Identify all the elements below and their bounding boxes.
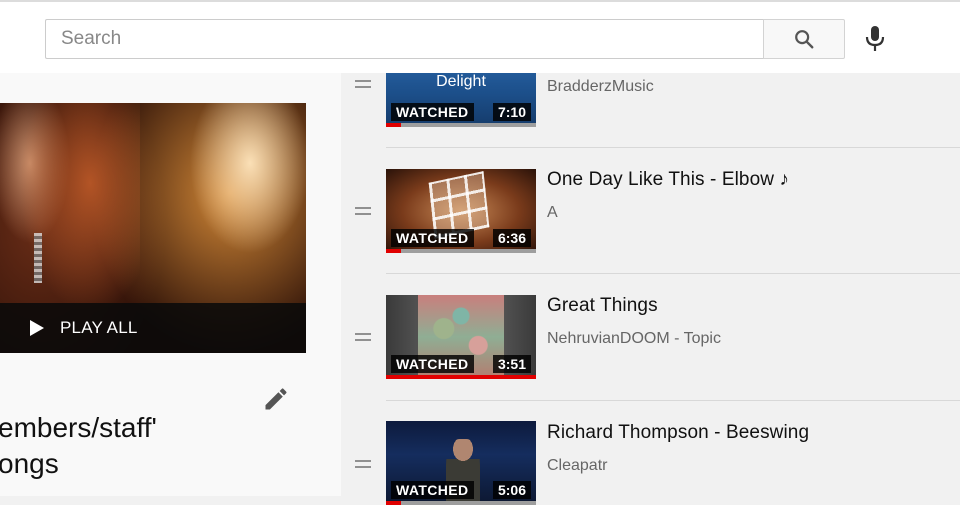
search-box[interactable]: [45, 19, 763, 59]
video-thumbnail[interactable]: WATCHED 5:06: [386, 421, 536, 505]
watched-badge: WATCHED: [391, 229, 474, 247]
channel-name[interactable]: BradderzMusic: [547, 78, 654, 96]
play-icon: [30, 320, 44, 336]
masthead: [0, 0, 960, 73]
playlist-thumbnail[interactable]: PLAY ALL: [0, 103, 306, 353]
duration-badge: 7:10: [492, 103, 531, 121]
playlist-title: embers/staff' ongs: [0, 412, 157, 479]
microphone-icon: [865, 26, 885, 51]
watch-progress-bar: [386, 375, 536, 379]
channel-name[interactable]: Cleapatr: [547, 457, 607, 475]
watch-progress-fill: [386, 249, 401, 253]
drag-handle-icon[interactable]: [355, 460, 371, 468]
watch-progress-bar: [386, 249, 536, 253]
search-icon: [795, 30, 814, 49]
channel-name[interactable]: A: [547, 204, 558, 222]
watched-badge: WATCHED: [391, 103, 474, 121]
duration-badge: 3:51: [492, 355, 531, 373]
playlist-item[interactable]: WATCHED 3:51 Great Things NehruvianDOOM …: [341, 274, 960, 400]
watch-progress-fill: [386, 123, 401, 127]
playlist-sidebar: PLAY ALL embers/staff' ongs: [0, 73, 341, 496]
playlist-item[interactable]: WATCHED 5:06 Richard Thompson - Beeswing…: [341, 401, 960, 505]
video-title[interactable]: One Day Like This - Elbow ♪: [547, 169, 789, 191]
duration-badge: 5:06: [492, 481, 531, 499]
pencil-icon: [265, 388, 287, 410]
watch-progress-fill: [386, 501, 401, 505]
thumbnail-text: Delight: [436, 73, 486, 90]
edit-playlist-button[interactable]: [262, 385, 290, 413]
channel-name[interactable]: NehruvianDOOM - Topic: [547, 330, 721, 348]
watch-progress-bar: [386, 123, 536, 127]
playlist-video-list: Delight WATCHED 7:10 BradderzMusic WATCH…: [341, 0, 960, 505]
watched-badge: WATCHED: [391, 481, 474, 499]
playlist-item[interactable]: WATCHED 6:36 One Day Like This - Elbow ♪…: [341, 148, 960, 274]
watched-badge: WATCHED: [391, 355, 474, 373]
video-title[interactable]: Great Things: [547, 295, 658, 317]
thumbnail-detail: [34, 233, 42, 283]
play-all-button[interactable]: PLAY ALL: [0, 303, 306, 353]
duration-badge: 6:36: [492, 229, 531, 247]
video-title[interactable]: Richard Thompson - Beeswing: [547, 422, 809, 444]
video-thumbnail[interactable]: WATCHED 3:51: [386, 295, 536, 379]
video-thumbnail[interactable]: WATCHED 6:36: [386, 169, 536, 253]
drag-handle-icon[interactable]: [355, 333, 371, 341]
watch-progress-bar: [386, 501, 536, 505]
voice-search-button[interactable]: [858, 20, 892, 58]
search-input[interactable]: [46, 20, 763, 58]
play-all-label: PLAY ALL: [60, 318, 138, 337]
drag-handle-icon[interactable]: [355, 80, 371, 88]
watch-progress-fill: [386, 375, 536, 379]
drag-handle-icon[interactable]: [355, 207, 371, 215]
search-button[interactable]: [763, 19, 845, 59]
